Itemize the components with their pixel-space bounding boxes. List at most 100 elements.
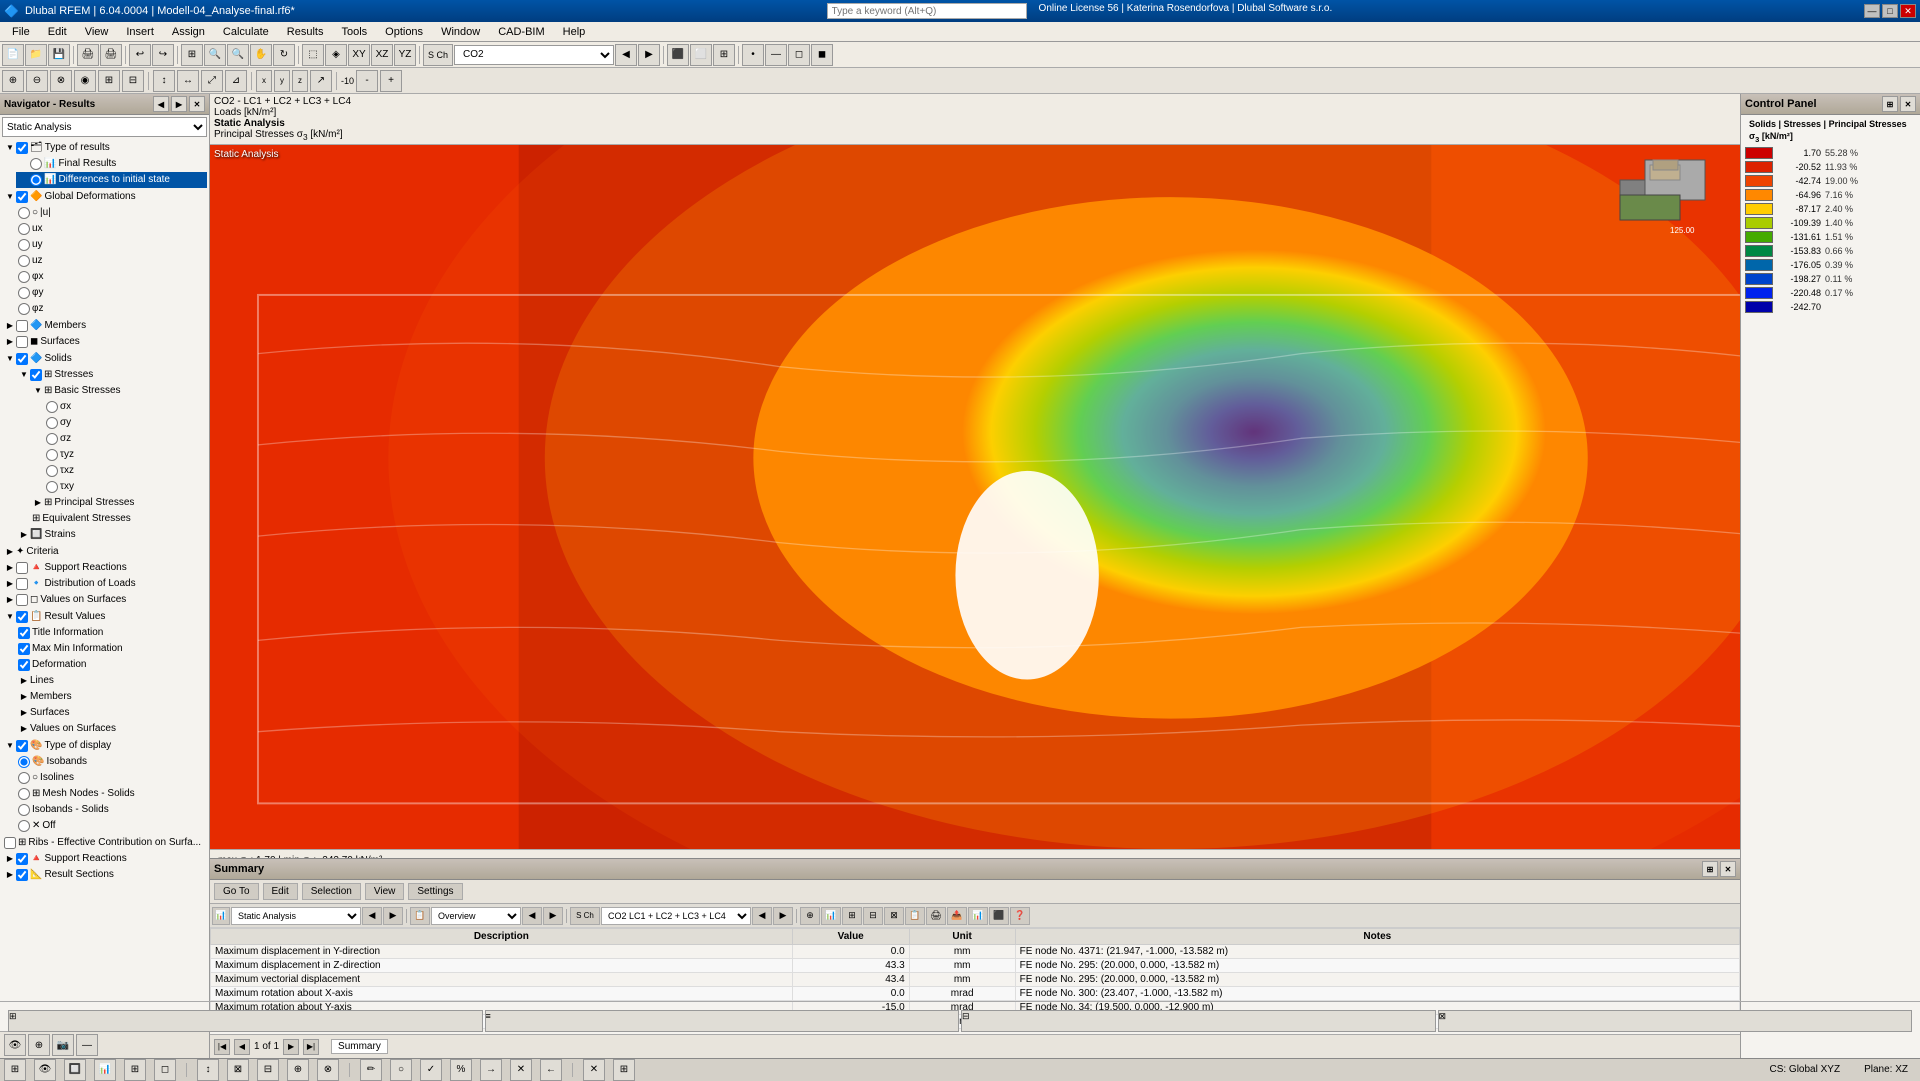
nav-close-button[interactable]: ✕ xyxy=(189,96,205,112)
toggle-principal[interactable]: ▶ xyxy=(32,497,44,509)
menu-edit[interactable]: Edit xyxy=(40,24,75,40)
tree-tau-xy[interactable]: τxy xyxy=(44,479,207,495)
uy-radio[interactable] xyxy=(18,239,30,251)
nav-prev-button[interactable]: ◀ xyxy=(153,96,169,112)
tree-ribs[interactable]: ⊞ Ribs - Effective Contribution on Surfa… xyxy=(2,835,207,851)
bsum-prev-button[interactable]: ◀ xyxy=(362,907,382,925)
open-button[interactable]: 📁 xyxy=(25,44,47,66)
cp-btn2[interactable]: ≡ xyxy=(485,1010,960,1032)
tree-lines-rv[interactable]: ▶ Lines xyxy=(16,673,207,689)
menu-file[interactable]: File xyxy=(4,24,38,40)
status-btn4[interactable]: 📊 xyxy=(94,1059,116,1081)
toggle-surfaces[interactable]: ▶ xyxy=(4,336,16,348)
selection-button[interactable]: ⬚ xyxy=(302,44,324,66)
toggle-sr[interactable]: ▶ xyxy=(4,562,16,574)
toggle-vos[interactable]: ▶ xyxy=(4,594,16,606)
tau-xz-radio[interactable] xyxy=(46,465,58,477)
analysis-type-select[interactable]: Static Analysis xyxy=(2,117,207,137)
status-close-icon[interactable]: ✕ xyxy=(583,1059,605,1081)
bsum-tool3-button[interactable]: ⊞ xyxy=(842,907,862,925)
tree-differences[interactable]: 📊 Differences to initial state xyxy=(16,172,207,188)
loadcase-select[interactable]: CO2 LC1 + LC2 + LC3 + LC4 xyxy=(454,45,614,65)
tau-xy-radio[interactable] xyxy=(46,481,58,493)
toggle-members-rv[interactable]: ▶ xyxy=(18,691,30,703)
differences-radio[interactable] xyxy=(30,174,42,186)
toggle-lines-rv[interactable]: ▶ xyxy=(18,675,30,687)
tree-maxmin-information[interactable]: Max Min Information xyxy=(16,641,207,657)
rv-check[interactable] xyxy=(16,611,28,623)
toggle-strains[interactable]: ▶ xyxy=(18,529,30,541)
page-first-button[interactable]: |◀ xyxy=(214,1039,230,1055)
toggle-tod[interactable]: ▼ xyxy=(4,740,16,752)
tb2-btn6[interactable]: ⊟ xyxy=(122,70,144,92)
status-btn11[interactable]: ⊗ xyxy=(317,1059,339,1081)
toggle-vos-rv[interactable]: ▶ xyxy=(18,723,30,735)
page-last-button[interactable]: ▶| xyxy=(303,1039,319,1055)
menu-view[interactable]: View xyxy=(77,24,117,40)
tree-result-values[interactable]: ▼ 📋 Result Values xyxy=(2,609,207,625)
wireframe-button[interactable]: ⬜ xyxy=(690,44,712,66)
tree-isobands[interactable]: 🎨 Isobands xyxy=(16,754,207,770)
tree-deformation[interactable]: Deformation xyxy=(16,657,207,673)
tb2-btn9[interactable]: ⤢ xyxy=(201,70,223,92)
bsum-next-button[interactable]: ▶ xyxy=(383,907,403,925)
tree-phiy[interactable]: φy xyxy=(16,285,207,301)
def-check[interactable] xyxy=(18,659,30,671)
tree-mesh-nodes-solids[interactable]: ⊞ Mesh Nodes - Solids xyxy=(16,786,207,802)
cp-btn4[interactable]: ⊠ xyxy=(1438,1010,1913,1032)
toggle-sr2[interactable]: ▶ xyxy=(4,853,16,865)
solids-check[interactable] xyxy=(16,353,28,365)
search-input[interactable] xyxy=(827,3,1027,19)
status-arrow2-icon[interactable]: ← xyxy=(540,1059,562,1081)
maximize-button[interactable]: □ xyxy=(1882,4,1898,18)
tree-surfaces-rv[interactable]: ▶ Surfaces xyxy=(16,705,207,721)
toggle-criteria[interactable]: ▶ xyxy=(4,546,16,558)
cp-btn3[interactable]: ⊟ xyxy=(961,1010,1436,1032)
phiz-radio[interactable] xyxy=(18,303,30,315)
sig-x-radio[interactable] xyxy=(46,401,58,413)
status-expand-icon[interactable]: ⊞ xyxy=(613,1059,635,1081)
tree-criteria[interactable]: ▶ ✦ Criteria xyxy=(2,544,207,560)
bottom-expand-button[interactable]: ⊞ xyxy=(1702,861,1718,877)
tree-final-results[interactable]: 📊 Final Results xyxy=(16,156,207,172)
stresses-check[interactable] xyxy=(30,369,42,381)
menu-help[interactable]: Help xyxy=(555,24,594,40)
members-check[interactable] xyxy=(16,320,28,332)
menu-insert[interactable]: Insert xyxy=(118,24,162,40)
rotate-button[interactable]: ↻ xyxy=(273,44,295,66)
bsum-tool10-button[interactable]: ⬛ xyxy=(989,907,1009,925)
zoom-minus-button[interactable]: - xyxy=(356,70,378,92)
menu-options[interactable]: Options xyxy=(377,24,431,40)
rs-check[interactable] xyxy=(16,869,28,881)
ti-check[interactable] xyxy=(18,627,30,639)
zoom-all-button[interactable]: ⊞ xyxy=(181,44,203,66)
cp-btn1[interactable]: ⊞ xyxy=(8,1010,483,1032)
phix-radio[interactable] xyxy=(18,271,30,283)
sig-y-radio[interactable] xyxy=(46,417,58,429)
toggle-rv[interactable]: ▼ xyxy=(4,611,16,623)
tree-global-deformations[interactable]: ▼ 🔶 Global Deformations xyxy=(2,189,207,205)
tb2-btn2[interactable]: ⊖ xyxy=(26,70,48,92)
view-xz-button[interactable]: XZ xyxy=(371,44,393,66)
global-def-check[interactable] xyxy=(16,191,28,203)
tree-tau-yz[interactable]: τyz xyxy=(44,447,207,463)
page-next-button[interactable]: ▶ xyxy=(283,1039,299,1055)
undo-button[interactable]: ↩ xyxy=(129,44,151,66)
close-button[interactable]: ✕ xyxy=(1900,4,1916,18)
tree-type-of-display[interactable]: ▼ 🎨 Type of display xyxy=(2,738,207,754)
tree-members-rv[interactable]: ▶ Members xyxy=(16,689,207,705)
zoom-out-button[interactable]: 🔍 xyxy=(227,44,249,66)
bsum-tool4-button[interactable]: ⊟ xyxy=(863,907,883,925)
view3d-button[interactable]: ◈ xyxy=(325,44,347,66)
tab-selection[interactable]: Selection xyxy=(302,883,361,900)
tree-values-on-surfaces[interactable]: ▶ ◻ Values on Surfaces xyxy=(2,592,207,608)
toggle-gd[interactable]: ▼ xyxy=(4,191,16,203)
minimize-button[interactable]: — xyxy=(1864,4,1880,18)
tb2-btn3[interactable]: ⊗ xyxy=(50,70,72,92)
tb2-btn4[interactable]: ◉ xyxy=(74,70,96,92)
status-percent-icon[interactable]: % xyxy=(450,1059,472,1081)
mesh-button[interactable]: ⊞ xyxy=(713,44,735,66)
final-results-radio[interactable] xyxy=(30,158,42,170)
view-xy-button[interactable]: XY xyxy=(348,44,370,66)
tree-isobands-solids[interactable]: Isobands - Solids xyxy=(16,802,207,818)
